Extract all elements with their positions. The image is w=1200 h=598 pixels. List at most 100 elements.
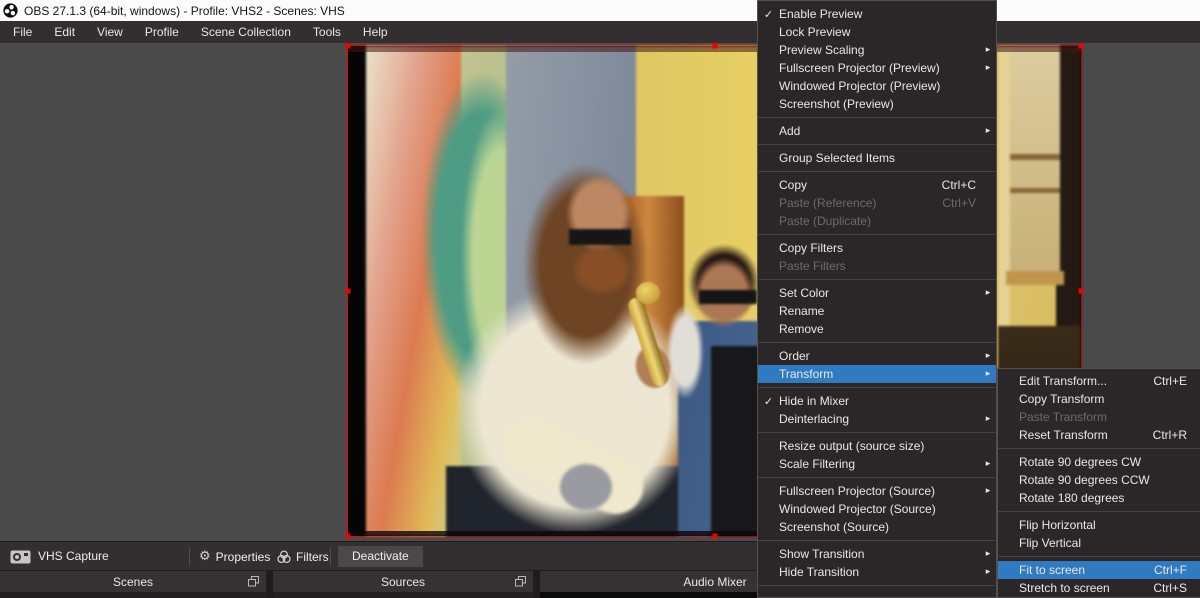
menu-shortcut: Ctrl+R (1153, 428, 1191, 442)
menu-shortcut: Ctrl+E (1153, 374, 1191, 388)
scenes-dock: Scenes (0, 571, 266, 598)
menu-item-paste-filters: Paste Filters (758, 257, 996, 275)
menu-item-label: Paste Filters (779, 259, 980, 273)
menu-item-transform[interactable]: Transform▸ (758, 365, 996, 383)
submenu-arrow-icon: ▸ (980, 459, 996, 469)
menu-item-label: Paste (Duplicate) (779, 214, 980, 228)
menu-item-copy[interactable]: CopyCtrl+C (758, 176, 996, 194)
obs-window: { "window": { "title": "OBS 27.1.3 (64-b… (0, 0, 1200, 598)
menu-item-deinterlacing[interactable]: Deinterlacing▸ (758, 410, 996, 428)
selection-handle[interactable] (712, 534, 717, 539)
menu-item-fit-to-screen[interactable]: Fit to screenCtrl+F (998, 561, 1200, 579)
selection-handle[interactable] (1079, 44, 1084, 49)
selection-handle[interactable] (346, 534, 351, 539)
menu-item-resize-output-source-size[interactable]: Resize output (source size) (758, 437, 996, 455)
menu-item-label: Scale Filtering (779, 457, 980, 471)
menu-item-hide-transition[interactable]: Hide Transition▸ (758, 563, 996, 581)
menu-item-screenshot-preview[interactable]: Screenshot (Preview) (758, 95, 996, 113)
properties-button[interactable]: ⚙ Properties (199, 542, 270, 571)
menu-item-screenshot-source[interactable]: Screenshot (Source) (758, 518, 996, 536)
menu-item-label: Stretch to screen (1019, 581, 1143, 595)
menu-item-rotate-90-degrees-ccw[interactable]: Rotate 90 degrees CCW (998, 471, 1200, 489)
menu-separator (758, 171, 996, 172)
menu-item-label: Flip Horizontal (1019, 518, 1191, 532)
submenu-arrow-icon: ▸ (980, 369, 996, 379)
menu-item-windowed-projector-source[interactable]: Windowed Projector (Source) (758, 500, 996, 518)
popout-icon[interactable] (248, 576, 259, 587)
menu-item-label: Screenshot (Source) (779, 520, 980, 534)
filters-button[interactable]: Filters (277, 542, 329, 571)
menu-item-show-transition[interactable]: Show Transition▸ (758, 545, 996, 563)
menu-separator (758, 117, 996, 118)
menu-item-label: Rotate 180 degrees (1019, 491, 1191, 505)
menu-separator (998, 556, 1200, 557)
menu-item-fullscreen-projector-source[interactable]: Fullscreen Projector (Source)▸ (758, 482, 996, 500)
menubar-item-edit[interactable]: Edit (43, 21, 86, 43)
menu-item-group-selected-items[interactable]: Group Selected Items (758, 149, 996, 167)
menu-item-preview-scaling[interactable]: Preview Scaling▸ (758, 41, 996, 59)
menu-item-label: Windowed Projector (Source) (779, 502, 980, 516)
menubar-item-help[interactable]: Help (352, 21, 399, 43)
menu-item-scale-filtering[interactable]: Scale Filtering▸ (758, 455, 996, 473)
submenu-arrow-icon: ▸ (980, 45, 996, 55)
selection-handle[interactable] (1079, 289, 1084, 294)
menubar-item-file[interactable]: File (2, 21, 43, 43)
menu-item-label: Paste Transform (1019, 410, 1191, 424)
window-titlebar[interactable]: OBS 27.1.3 (64-bit, windows) - Profile: … (0, 0, 1200, 21)
submenu-arrow-icon: ▸ (980, 351, 996, 361)
menubar-item-tools[interactable]: Tools (302, 21, 352, 43)
menu-item-copy-filters[interactable]: Copy Filters (758, 239, 996, 257)
menu-item-add[interactable]: Add▸ (758, 122, 996, 140)
popout-icon[interactable] (515, 576, 526, 587)
submenu-arrow-icon: ▸ (980, 126, 996, 136)
menu-item-label: Copy Filters (779, 241, 980, 255)
menu-item-rename[interactable]: Rename (758, 302, 996, 320)
menubar-item-view[interactable]: View (86, 21, 134, 43)
menu-separator (998, 448, 1200, 449)
scenes-dock-header[interactable]: Scenes (0, 571, 266, 592)
menu-item-rotate-90-degrees-cw[interactable]: Rotate 90 degrees CW (998, 453, 1200, 471)
menu-item-windowed-projector-preview[interactable]: Windowed Projector (Preview) (758, 77, 996, 95)
sources-dock-title: Sources (381, 575, 425, 589)
menu-item-stretch-to-screen[interactable]: Stretch to screenCtrl+S (998, 579, 1200, 597)
selection-handle[interactable] (712, 44, 717, 49)
menu-separator (998, 511, 1200, 512)
scenes-list[interactable] (0, 592, 266, 598)
selection-handle[interactable] (346, 289, 351, 294)
art-cuff (560, 464, 612, 510)
selection-handle[interactable] (346, 44, 351, 49)
menu-item-order[interactable]: Order▸ (758, 347, 996, 365)
submenu-arrow-icon: ▸ (980, 567, 996, 577)
menu-separator (758, 342, 996, 343)
menubar-item-scene-collection[interactable]: Scene Collection (190, 21, 302, 43)
menu-item-flip-horizontal[interactable]: Flip Horizontal (998, 516, 1200, 534)
selected-source-label: VHS Capture (38, 542, 109, 571)
filters-icon (277, 550, 291, 564)
menu-item-label: Paste (Reference) (779, 196, 932, 210)
menu-item-edit-transform[interactable]: Edit Transform...Ctrl+E (998, 372, 1200, 390)
menu-item-label: Enable Preview (779, 7, 980, 21)
sources-list[interactable] (273, 592, 533, 598)
menu-shortcut: Ctrl+F (1154, 563, 1191, 577)
menu-item-reset-transform[interactable]: Reset TransformCtrl+R (998, 426, 1200, 444)
menu-separator (758, 432, 996, 433)
menu-separator (758, 234, 996, 235)
menu-item-label: Hide Transition (779, 565, 980, 579)
menu-item-enable-preview[interactable]: ✓Enable Preview (758, 5, 996, 23)
menu-item-label: Preview Scaling (779, 43, 980, 57)
menu-item-flip-vertical[interactable]: Flip Vertical (998, 534, 1200, 552)
menu-item-lock-preview[interactable]: Lock Preview (758, 23, 996, 41)
menu-item-copy-transform[interactable]: Copy Transform (998, 390, 1200, 408)
menu-item-hide-in-mixer[interactable]: ✓Hide in Mixer (758, 392, 996, 410)
menu-item-label: Deinterlacing (779, 412, 980, 426)
sources-dock-header[interactable]: Sources (273, 571, 533, 592)
properties-button-label: Properties (216, 550, 271, 564)
menu-item-rotate-180-degrees[interactable]: Rotate 180 degrees (998, 489, 1200, 507)
menu-item-remove[interactable]: Remove (758, 320, 996, 338)
menubar-item-profile[interactable]: Profile (134, 21, 190, 43)
toolbar-separator (189, 547, 190, 566)
capture-device-icon (10, 550, 31, 564)
menu-item-set-color[interactable]: Set Color▸ (758, 284, 996, 302)
deactivate-button[interactable]: Deactivate (338, 546, 423, 567)
menu-item-fullscreen-projector-preview[interactable]: Fullscreen Projector (Preview)▸ (758, 59, 996, 77)
